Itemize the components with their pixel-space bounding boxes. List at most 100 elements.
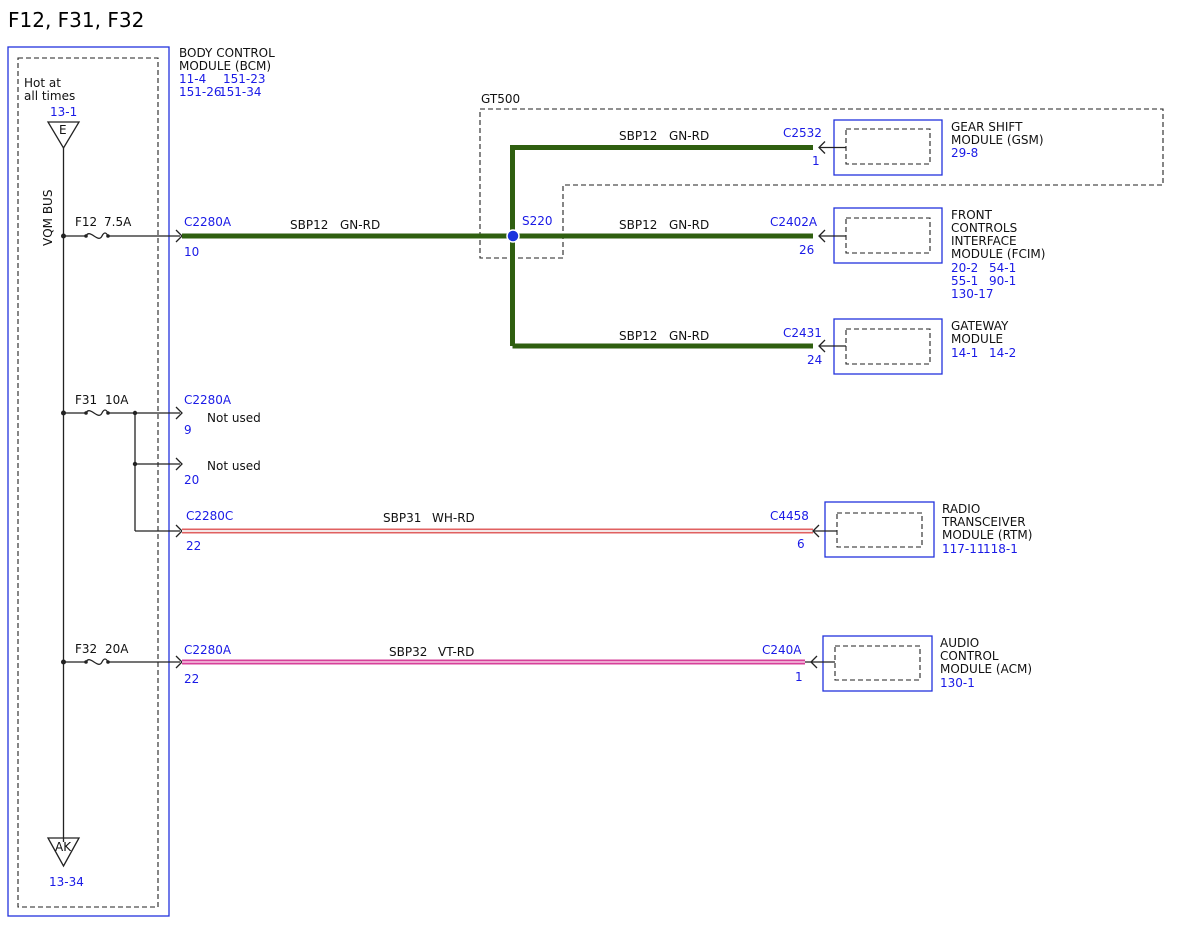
fcim-module-inner [845, 217, 931, 254]
bcm-ref-4[interactable]: 151-34 [219, 85, 262, 99]
rtm-name-line3: MODULE (RTM) [942, 528, 1032, 542]
fuse-f32-icon [85, 658, 109, 665]
acm-bcm-pin: 22 [184, 672, 199, 686]
unused1-note: Not used [207, 411, 261, 425]
acm-name-line3: MODULE (ACM) [940, 662, 1032, 676]
rtm-module-inner [836, 512, 923, 548]
fcim-name-line2: CONTROLS [951, 221, 1017, 235]
rtm-connector[interactable]: C4458 [770, 509, 809, 523]
fcim-name-line3: INTERFACE [951, 234, 1017, 248]
sbp12-wires [182, 145, 813, 349]
rtm-bcm-pin: 22 [186, 539, 201, 553]
gsm-name-line2: MODULE (GSM) [951, 133, 1044, 147]
gateway-wire-id: SBP12 [619, 329, 657, 343]
bcm-ref-2[interactable]: 151-23 [223, 72, 266, 86]
rtm-ref-1[interactable]: 117-11 [942, 542, 985, 556]
main-wire-id: SBP12 [290, 218, 328, 232]
main-connector[interactable]: C2280A [184, 215, 232, 229]
gateway-module[interactable] [818, 318, 943, 375]
gateway-pin: 24 [807, 353, 822, 367]
fcim-name-line4: MODULE (FCIM) [951, 247, 1045, 261]
fcim-module[interactable] [818, 207, 943, 264]
acm-module-outline [822, 635, 933, 692]
gateway-module-inner [845, 328, 931, 365]
sbp12-wire-gsm [510, 145, 813, 346]
bcm-internal-box [17, 57, 159, 908]
hot-at-all-times-line2: all times [24, 89, 75, 103]
gsm-pin: 1 [812, 154, 820, 168]
fuse-f31-rating: 10A [105, 393, 129, 407]
fuse-f12-rating: 7.5A [104, 215, 132, 229]
acm-name-line1: AUDIO [940, 636, 979, 650]
page-title: F12, F31, F32 [8, 8, 144, 32]
fuse-f12-label: F12 [75, 215, 97, 229]
bcm-outline [7, 46, 170, 917]
fuse-f12-icon [85, 232, 109, 239]
acm-module[interactable] [805, 635, 933, 692]
splice-label[interactable]: S220 [522, 214, 553, 228]
bcm-name-line1: BODY CONTROL [179, 46, 275, 60]
f32-fuse-node-left [84, 660, 88, 664]
bcm-name-line2: MODULE (BCM) [179, 59, 271, 73]
fcim-pin: 26 [799, 243, 814, 257]
bcm-ref-3[interactable]: 151-26 [179, 85, 222, 99]
fcim-ref-2[interactable]: 54-1 [989, 261, 1016, 275]
hot-at-all-times-line1: Hot at [24, 76, 61, 90]
wiring-diagram: F12, F31, F32 BODY CONTROL MODULE (BCM) … [7, 8, 1164, 917]
acm-module-inner [834, 645, 921, 681]
fcim-ref-4[interactable]: 90-1 [989, 274, 1016, 288]
unused1-connector[interactable]: C2280A [184, 393, 232, 407]
gsm-module-inner [845, 128, 931, 165]
gsm-connector[interactable]: C2532 [783, 126, 822, 140]
bus-flag-bottom-label: AK [55, 840, 72, 854]
gateway-module-outline [833, 318, 943, 375]
bus-flag-top-label: E [59, 123, 67, 137]
fuse-f32-label: F32 [75, 642, 97, 656]
fuse-f32-rating: 20A [105, 642, 129, 656]
gateway-ref-2[interactable]: 14-2 [989, 346, 1016, 360]
rtm-name-line2: TRANSCEIVER [941, 515, 1026, 529]
f32-fuse-node-right [106, 660, 110, 664]
fcim-wire-id: SBP12 [619, 218, 657, 232]
f31-fuse-node-right [106, 411, 110, 415]
rtm-module[interactable] [812, 501, 935, 558]
fuse-f31-label: F31 [75, 393, 97, 407]
rtm-ref-2[interactable]: 118-1 [983, 542, 1018, 556]
rtm-name-line1: RADIO [942, 502, 980, 516]
gateway-wire-color: GN-RD [669, 329, 709, 343]
acm-pin: 1 [795, 670, 803, 684]
acm-ref-1[interactable]: 130-1 [940, 676, 975, 690]
acm-bcm-connector[interactable]: C2280A [184, 643, 232, 657]
gsm-wire-color: GN-RD [669, 129, 709, 143]
bus-bottom-ref[interactable]: 13-34 [49, 875, 84, 889]
fcim-ref-1[interactable]: 20-2 [951, 261, 978, 275]
gsm-module[interactable] [818, 119, 943, 176]
fcim-ref-5[interactable]: 130-17 [951, 287, 994, 301]
gsm-wire-id: SBP12 [619, 129, 657, 143]
fcim-wire-color: GN-RD [669, 218, 709, 232]
main-wire-color: GN-RD [340, 218, 380, 232]
fcim-module-outline [833, 207, 943, 264]
rtm-wire-color: WH-RD [432, 511, 475, 525]
rtm-pin: 6 [797, 537, 805, 551]
acm-connector[interactable]: C240A [762, 643, 802, 657]
gsm-ref-1[interactable]: 29-8 [951, 146, 978, 160]
splice-s220[interactable] [506, 229, 520, 243]
vqm-bus-label: VQM BUS [41, 190, 55, 246]
gateway-connector[interactable]: C2431 [783, 326, 822, 340]
gt500-label: GT500 [481, 92, 520, 106]
acm-wire-id: SBP32 [389, 645, 427, 659]
rtm-wire-id: SBP31 [383, 511, 421, 525]
fcim-ref-3[interactable]: 55-1 [951, 274, 978, 288]
gateway-ref-1[interactable]: 14-1 [951, 346, 978, 360]
rtm-module-outline [824, 501, 935, 558]
fcim-connector[interactable]: C2402A [770, 215, 818, 229]
rtm-bcm-connector[interactable]: C2280C [186, 509, 233, 523]
acm-wire-color: VT-RD [438, 645, 474, 659]
bcm-ref-1[interactable]: 11-4 [179, 72, 206, 86]
unused1-pin: 9 [184, 423, 192, 437]
acm-name-line2: CONTROL [940, 649, 999, 663]
unused2-pin: 20 [184, 473, 199, 487]
gsm-module-outline [833, 119, 943, 176]
hot-ref[interactable]: 13-1 [50, 105, 77, 119]
